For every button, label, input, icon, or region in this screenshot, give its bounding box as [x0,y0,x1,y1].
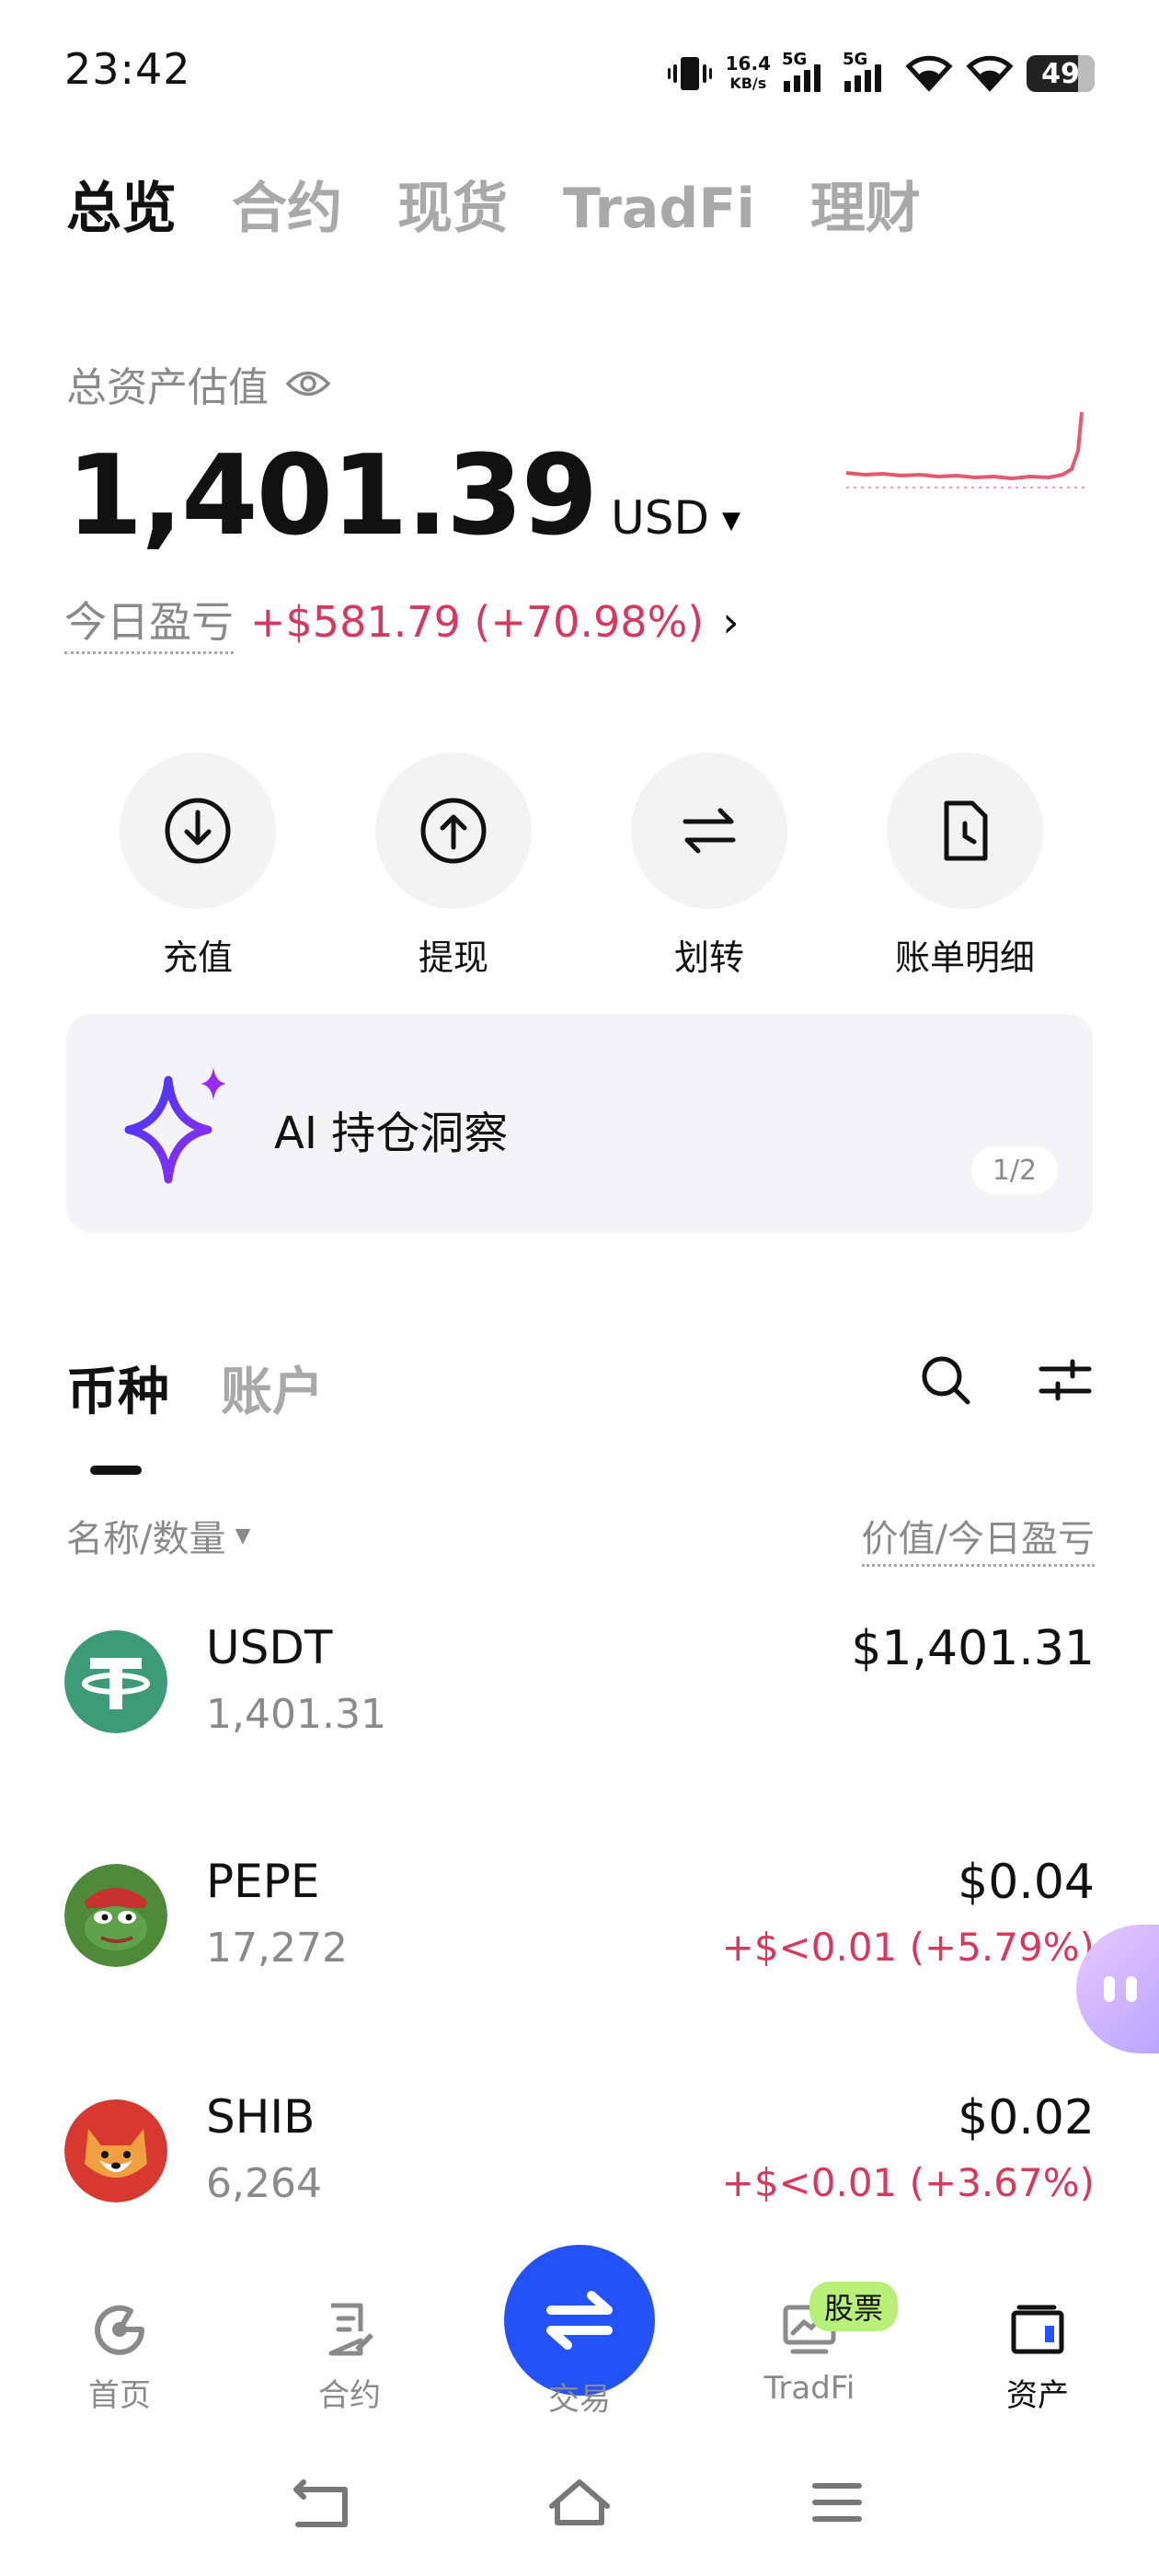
coin-symbol: PEPE [206,1855,320,1908]
list-tools [918,1352,1093,1408]
currency-selector[interactable]: USD [611,491,709,545]
bottom-nav: 首页 合约 交易 TradFi 股票 资产 [0,2245,1159,2447]
ai-sparkle-icon [124,1067,226,1184]
status-time: 23:42 [64,44,191,94]
coin-row-usdt[interactable]: USDT 1,401.31 $1,401.31 [64,1621,1095,1750]
card-pager: 1/2 [971,1146,1058,1194]
caret-down-icon[interactable]: ▼ [722,507,740,535]
bubble-eye-icon [1104,1976,1115,2002]
vibrate-icon [667,57,712,90]
tab-coins[interactable]: 币种 [66,1351,169,1475]
battery-icon: 49 [1027,55,1095,92]
tab-overview[interactable]: 总览 [66,164,177,244]
search-icon[interactable] [918,1352,973,1408]
coin-row-shib[interactable]: SHIB 6,264 $0.02 +$<0.01 (+3.67%) [64,2090,1095,2219]
withdraw-icon [420,798,487,864]
contract-icon [328,2303,373,2356]
pepe-logo-icon [64,1864,167,1967]
stocks-badge: 股票 [809,2282,899,2331]
usdt-logo-icon [64,1630,167,1733]
sort-by-name[interactable]: 名称/数量 ▼ [66,1509,250,1562]
bubble-eye-icon [1126,1976,1137,2002]
swap-icon [546,2291,613,2350]
nav-trade-label: 交易 [548,2381,611,2418]
coin-value: $1,401.31 [851,1621,1095,1676]
tab-tradfi[interactable]: TradFi [563,177,755,241]
nav-home[interactable]: 首页 [46,2300,193,2415]
bill-icon [944,800,988,861]
pnl-value: +$581.79 (+70.98%) [250,596,705,647]
filter-icon[interactable] [1038,1352,1093,1408]
transfer-button[interactable]: 划转 [631,753,787,980]
chevron-right-icon[interactable]: › [722,597,739,647]
withdraw-label: 提现 [418,937,488,978]
back-icon[interactable] [293,2479,348,2527]
nav-home-label: 首页 [88,2377,151,2414]
coin-quantity: 1,401.31 [206,1691,386,1738]
tab-earn[interactable]: 理财 [810,164,921,244]
system-nav-bar [293,2479,862,2527]
coin-value: $0.02 [958,2090,1095,2145]
top-tabs: 总览 合约 现货 TradFi 理财 [66,164,921,244]
pnl-row[interactable]: 今日盈亏 +$581.79 (+70.98%) › [64,589,740,654]
bill-button[interactable]: 账单明细 [887,753,1043,980]
transfer-icon [683,808,736,854]
deposit-icon [165,798,231,864]
tab-futures[interactable]: 合约 [232,164,342,244]
coin-symbol: USDT [206,1621,333,1674]
coin-row-pepe[interactable]: PEPE 17,272 $0.04 +$<0.01 (+5.79%) [64,1855,1095,1984]
bill-label: 账单明细 [894,937,1035,978]
wallet-icon [1011,2305,1064,2354]
nav-assets[interactable]: 资产 [964,2300,1111,2415]
eye-icon[interactable] [285,368,331,399]
nav-assets-label: 资产 [1006,2377,1069,2414]
coin-value: $0.04 [958,1855,1095,1910]
withdraw-button[interactable]: 提现 [375,753,532,980]
tab-spot[interactable]: 现货 [397,164,508,244]
asset-value-row: 1,401.39 USD ▼ [66,432,740,560]
col-name-qty-label: 名称/数量 [66,1518,226,1560]
transfer-label: 划转 [673,937,744,978]
wifi-icon [966,55,1014,92]
coin-quantity: 6,264 [206,2160,322,2207]
nav-futures[interactable]: 合约 [276,2300,423,2415]
coin-symbol: SHIB [206,2090,316,2144]
net-speed: 16.4 KB/s [725,52,771,92]
asset-label-row: 总资产估值 [66,354,331,413]
menu-icon[interactable] [812,2483,862,2522]
deposit-button[interactable]: 充值 [120,753,276,980]
asset-value: 1,401.39 [66,432,598,560]
home-logo-icon [95,2305,145,2355]
asset-sparkline [845,411,1085,489]
pnl-label: 今日盈亏 [64,589,234,654]
tab-accounts[interactable]: 账户 [221,1351,324,1425]
nav-futures-label: 合约 [318,2377,381,2414]
wifi-icon [905,55,953,92]
asset-label: 总资产估值 [66,364,269,411]
coin-change: +$<0.01 (+3.67%) [721,2160,1095,2205]
status-icons: 16.4 KB/s 5G 5G 49 [667,46,1095,101]
home-icon[interactable] [549,2479,610,2525]
col-value-pnl-label[interactable]: 价值/今日盈亏 [861,1509,1095,1567]
shib-logo-icon [64,2099,167,2202]
coin-quantity: 17,272 [206,1925,348,1972]
deposit-label: 充值 [162,937,233,978]
caret-down-icon: ▼ [235,1524,251,1547]
nav-tradfi-label: TradFi [763,2370,855,2407]
coin-change: +$<0.01 (+5.79%) [721,1925,1095,1970]
sim2-signal-icon: 5G [843,50,892,92]
ai-card-title: AI 持仓洞察 [274,1108,509,1159]
ai-insight-card[interactable]: AI 持仓洞察 1/2 [66,1014,1093,1233]
sim1-signal-icon: 5G [782,50,832,92]
holdings-tabs: 币种 账户 [66,1351,324,1475]
